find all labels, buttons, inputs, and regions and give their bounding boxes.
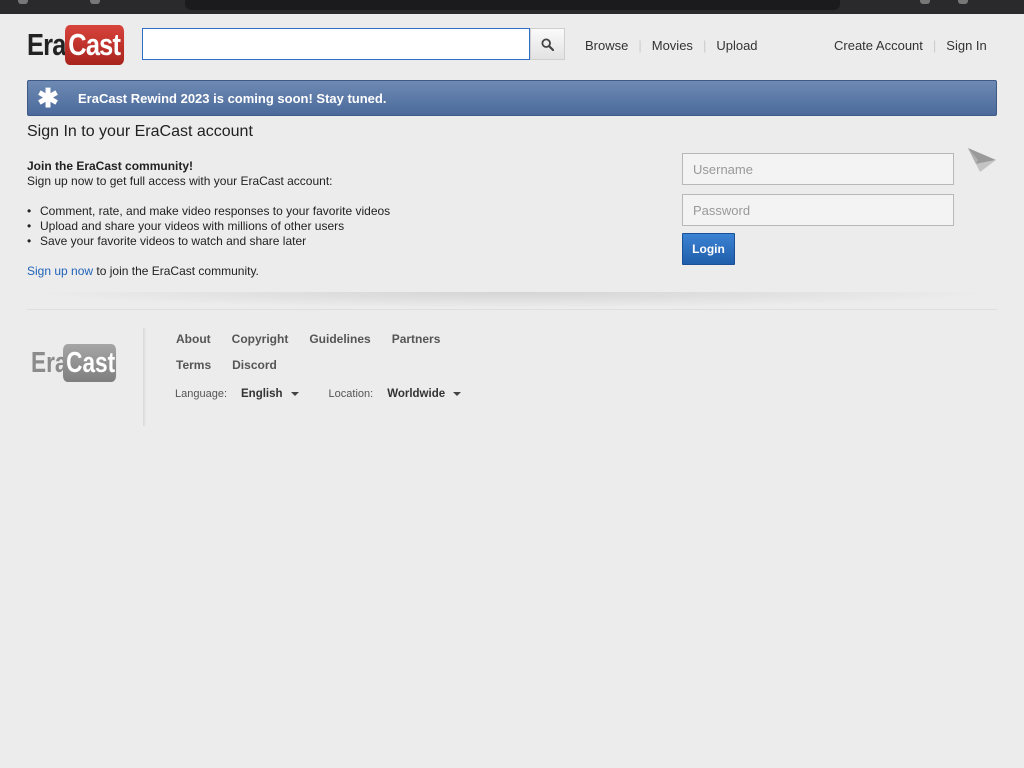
list-item: Comment, rate, and make video responses …: [27, 204, 390, 219]
search-input[interactable]: [142, 28, 530, 60]
account-nav: Create Account | Sign In: [834, 38, 987, 53]
signup-suffix: to join the EraCast community.: [93, 264, 259, 278]
footer-link-partners[interactable]: Partners: [392, 332, 441, 346]
main-nav: Browse | Movies | Upload: [585, 38, 758, 53]
footer-logo[interactable]: Era Cast: [31, 344, 131, 382]
chevron-down-icon: [290, 392, 299, 396]
location-selector[interactable]: Worldwide: [387, 388, 462, 400]
nav-upload-link[interactable]: Upload: [716, 38, 757, 53]
sign-in-link[interactable]: Sign In: [946, 38, 986, 53]
footer-link-discord[interactable]: Discord: [232, 358, 277, 372]
back-icon[interactable]: [18, 0, 28, 4]
username-field[interactable]: [682, 153, 954, 185]
list-item: Upload and share your videos with millio…: [27, 219, 390, 234]
location-label: Location:: [328, 388, 374, 400]
page-title: Sign In to your EraCast account: [27, 123, 253, 140]
content-shadow: [27, 292, 997, 308]
nav-separator: |: [702, 38, 707, 53]
join-subtitle: Sign up now to get full access with your…: [27, 174, 333, 188]
footer-link-terms[interactable]: Terms: [176, 358, 211, 372]
footer-links-primary: About Copyright Guidelines Partners: [176, 332, 461, 346]
footer-link-about[interactable]: About: [176, 332, 211, 346]
menu-icon[interactable]: [958, 0, 968, 4]
footer-divider-line: [27, 309, 997, 310]
benefits-list: Comment, rate, and make video responses …: [27, 204, 390, 249]
search-button[interactable]: [530, 28, 565, 60]
site-logo[interactable]: Era Cast: [27, 25, 137, 65]
footer-links-secondary: Terms Discord: [176, 358, 298, 372]
signup-link[interactable]: Sign up now: [27, 264, 93, 278]
nav-movies-link[interactable]: Movies: [652, 38, 693, 53]
language-label: Language:: [175, 388, 227, 400]
footer-preferences: Language: English Location: Worldwide: [175, 388, 462, 400]
footer-link-guidelines[interactable]: Guidelines: [309, 332, 370, 346]
join-title: Join the EraCast community!: [27, 159, 194, 173]
login-button[interactable]: Login: [682, 233, 735, 265]
language-selector[interactable]: English: [241, 388, 299, 400]
nav-browse-link[interactable]: Browse: [585, 38, 628, 53]
list-item: Save your favorite videos to watch and s…: [27, 234, 390, 249]
browser-toolbar: [0, 0, 1024, 14]
nav-separator: |: [638, 38, 642, 53]
footer-link-copyright[interactable]: Copyright: [232, 332, 289, 346]
language-value: English: [241, 388, 283, 400]
chevron-down-icon: [453, 392, 462, 396]
asterisk-icon: ✱: [37, 82, 59, 113]
announcement-banner: ✱ EraCast Rewind 2023 is coming soon! St…: [27, 80, 997, 116]
paper-plane-icon: [968, 148, 996, 172]
password-field[interactable]: [682, 194, 954, 226]
join-section: Join the EraCast community! Sign up now …: [27, 159, 390, 279]
extension-icon[interactable]: [920, 0, 930, 4]
search-icon: [541, 37, 554, 51]
browser-address-bar[interactable]: [185, 0, 840, 10]
signup-line: Sign up now to join the EraCast communit…: [27, 264, 390, 279]
create-account-link[interactable]: Create Account: [834, 38, 923, 53]
banner-message: EraCast Rewind 2023 is coming soon! Stay…: [78, 90, 387, 106]
location-value: Worldwide: [387, 388, 446, 400]
reload-icon[interactable]: [90, 0, 100, 4]
nav-separator: |: [932, 38, 937, 53]
footer-vertical-divider: [143, 328, 147, 426]
